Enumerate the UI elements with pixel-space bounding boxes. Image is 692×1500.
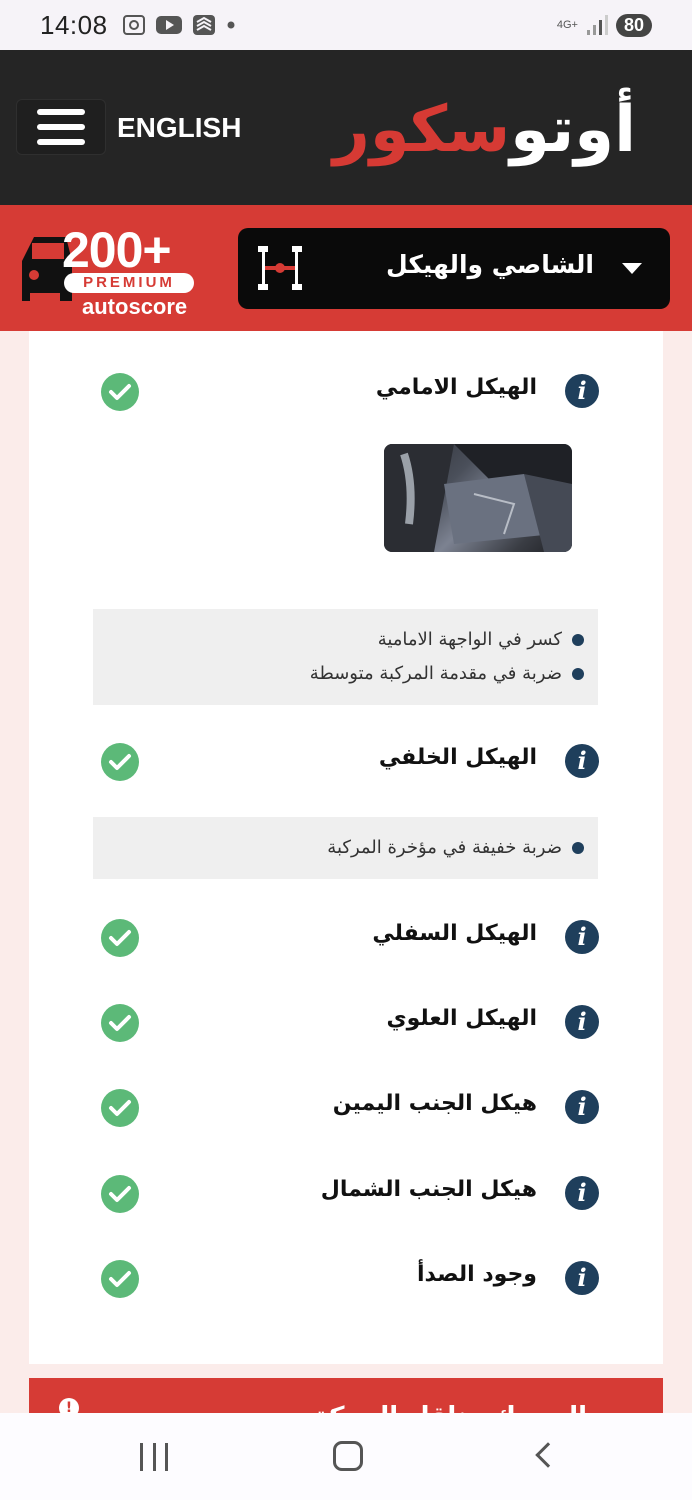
badge-brand: autoscore bbox=[82, 294, 187, 320]
section-bar: 200+ PREMIUM autoscore الشاصي والهيكل bbox=[0, 205, 692, 331]
notification-icons bbox=[122, 14, 236, 36]
badge-brand-auto: auto bbox=[82, 294, 129, 319]
screenshot-icon bbox=[122, 15, 145, 35]
info-icon[interactable]: i bbox=[565, 1176, 599, 1210]
inspection-row-front-chassis: الهيكل الامامي i bbox=[29, 361, 663, 421]
hamburger-menu-button[interactable] bbox=[16, 99, 106, 155]
inspection-row-under-chassis: الهيكل السفلي i bbox=[29, 907, 663, 967]
rear-notes-box: ضربة خفيفة في مؤخرة المركبة bbox=[93, 817, 598, 879]
menu-line bbox=[37, 139, 85, 145]
note-item: ضربة خفيفة في مؤخرة المركبة bbox=[113, 831, 584, 865]
info-icon[interactable]: i bbox=[565, 1261, 599, 1295]
inspection-label: هيكل الجنب اليمين bbox=[332, 1091, 537, 1116]
inspection-label: وجود الصدأ bbox=[416, 1262, 537, 1287]
info-icon[interactable]: i bbox=[565, 1090, 599, 1124]
inspection-card: الهيكل الامامي i كسر في الواجهة الامامية… bbox=[29, 331, 663, 1364]
inspection-label: الهيكل الامامي bbox=[375, 375, 537, 400]
youtube-icon bbox=[155, 16, 182, 34]
damage-photo-thumbnail[interactable] bbox=[384, 444, 572, 552]
battery-level: 80 bbox=[615, 13, 652, 37]
info-icon[interactable]: i bbox=[565, 374, 599, 408]
recent-apps-icon[interactable] bbox=[140, 1443, 168, 1471]
autoscore-logo[interactable]: أوتوسكور bbox=[333, 90, 636, 170]
app-header: ENGLISH أوتوسكور bbox=[0, 50, 692, 205]
info-icon[interactable]: i bbox=[565, 744, 599, 778]
front-notes-box: كسر في الواجهة الامامية ضربة في مقدمة ال… bbox=[93, 609, 598, 705]
status-bar: 14:08 4G+ 80 bbox=[0, 0, 692, 50]
premium-badge: 200+ PREMIUM autoscore bbox=[20, 221, 200, 321]
inspection-row-upper-chassis: الهيكل العلوي i bbox=[29, 992, 663, 1052]
logo-word-auto: أوتو bbox=[510, 93, 636, 167]
check-icon bbox=[101, 919, 139, 957]
check-icon bbox=[101, 1004, 139, 1042]
note-item: كسر في الواجهة الامامية bbox=[113, 623, 584, 657]
inspection-label: هيكل الجنب الشمال bbox=[320, 1177, 537, 1202]
inspection-label: الهيكل العلوي bbox=[386, 1006, 537, 1031]
menu-line bbox=[37, 124, 85, 130]
signal-icon bbox=[586, 15, 608, 35]
info-icon[interactable]: i bbox=[565, 920, 599, 954]
dot-icon bbox=[227, 21, 235, 29]
inspection-row-rear-chassis: الهيكل الخلفي i bbox=[29, 731, 663, 791]
inspection-label: الهيكل السفلي bbox=[372, 921, 537, 946]
check-icon bbox=[101, 373, 139, 411]
logo-word-score: سكور bbox=[333, 93, 511, 167]
badge-brand-score: score bbox=[128, 294, 188, 319]
status-right: 4G+ 80 bbox=[556, 13, 652, 37]
home-icon[interactable] bbox=[333, 1441, 363, 1471]
section-dropdown[interactable]: الشاصي والهيكل bbox=[238, 228, 670, 309]
inspection-label: الهيكل الخلفي bbox=[378, 745, 537, 770]
inspection-row-rust: وجود الصدأ i bbox=[29, 1248, 663, 1308]
info-icon[interactable]: i bbox=[565, 1005, 599, 1039]
network-type: 4G+ bbox=[556, 18, 578, 31]
language-switch-button[interactable]: ENGLISH bbox=[117, 112, 241, 144]
status-time: 14:08 bbox=[40, 9, 108, 40]
stack-app-icon bbox=[192, 15, 215, 35]
badge-number: 200+ bbox=[62, 222, 172, 278]
check-icon bbox=[101, 1175, 139, 1213]
check-icon bbox=[101, 1260, 139, 1298]
check-icon bbox=[101, 1089, 139, 1127]
system-nav-bar bbox=[0, 1413, 692, 1500]
caret-down-icon bbox=[622, 263, 642, 274]
photo-content bbox=[384, 444, 572, 552]
inspection-row-right-side: هيكل الجنب اليمين i bbox=[29, 1077, 663, 1137]
chassis-icon bbox=[258, 246, 302, 290]
menu-line bbox=[37, 109, 85, 115]
back-icon[interactable] bbox=[535, 1442, 561, 1468]
section-dropdown-label: الشاصي والهيكل bbox=[386, 250, 594, 279]
badge-tier: PREMIUM bbox=[64, 273, 194, 293]
note-item: ضربة في مقدمة المركبة متوسطة bbox=[113, 657, 584, 691]
inspection-row-left-side: هيكل الجنب الشمال i bbox=[29, 1163, 663, 1223]
check-icon bbox=[101, 743, 139, 781]
